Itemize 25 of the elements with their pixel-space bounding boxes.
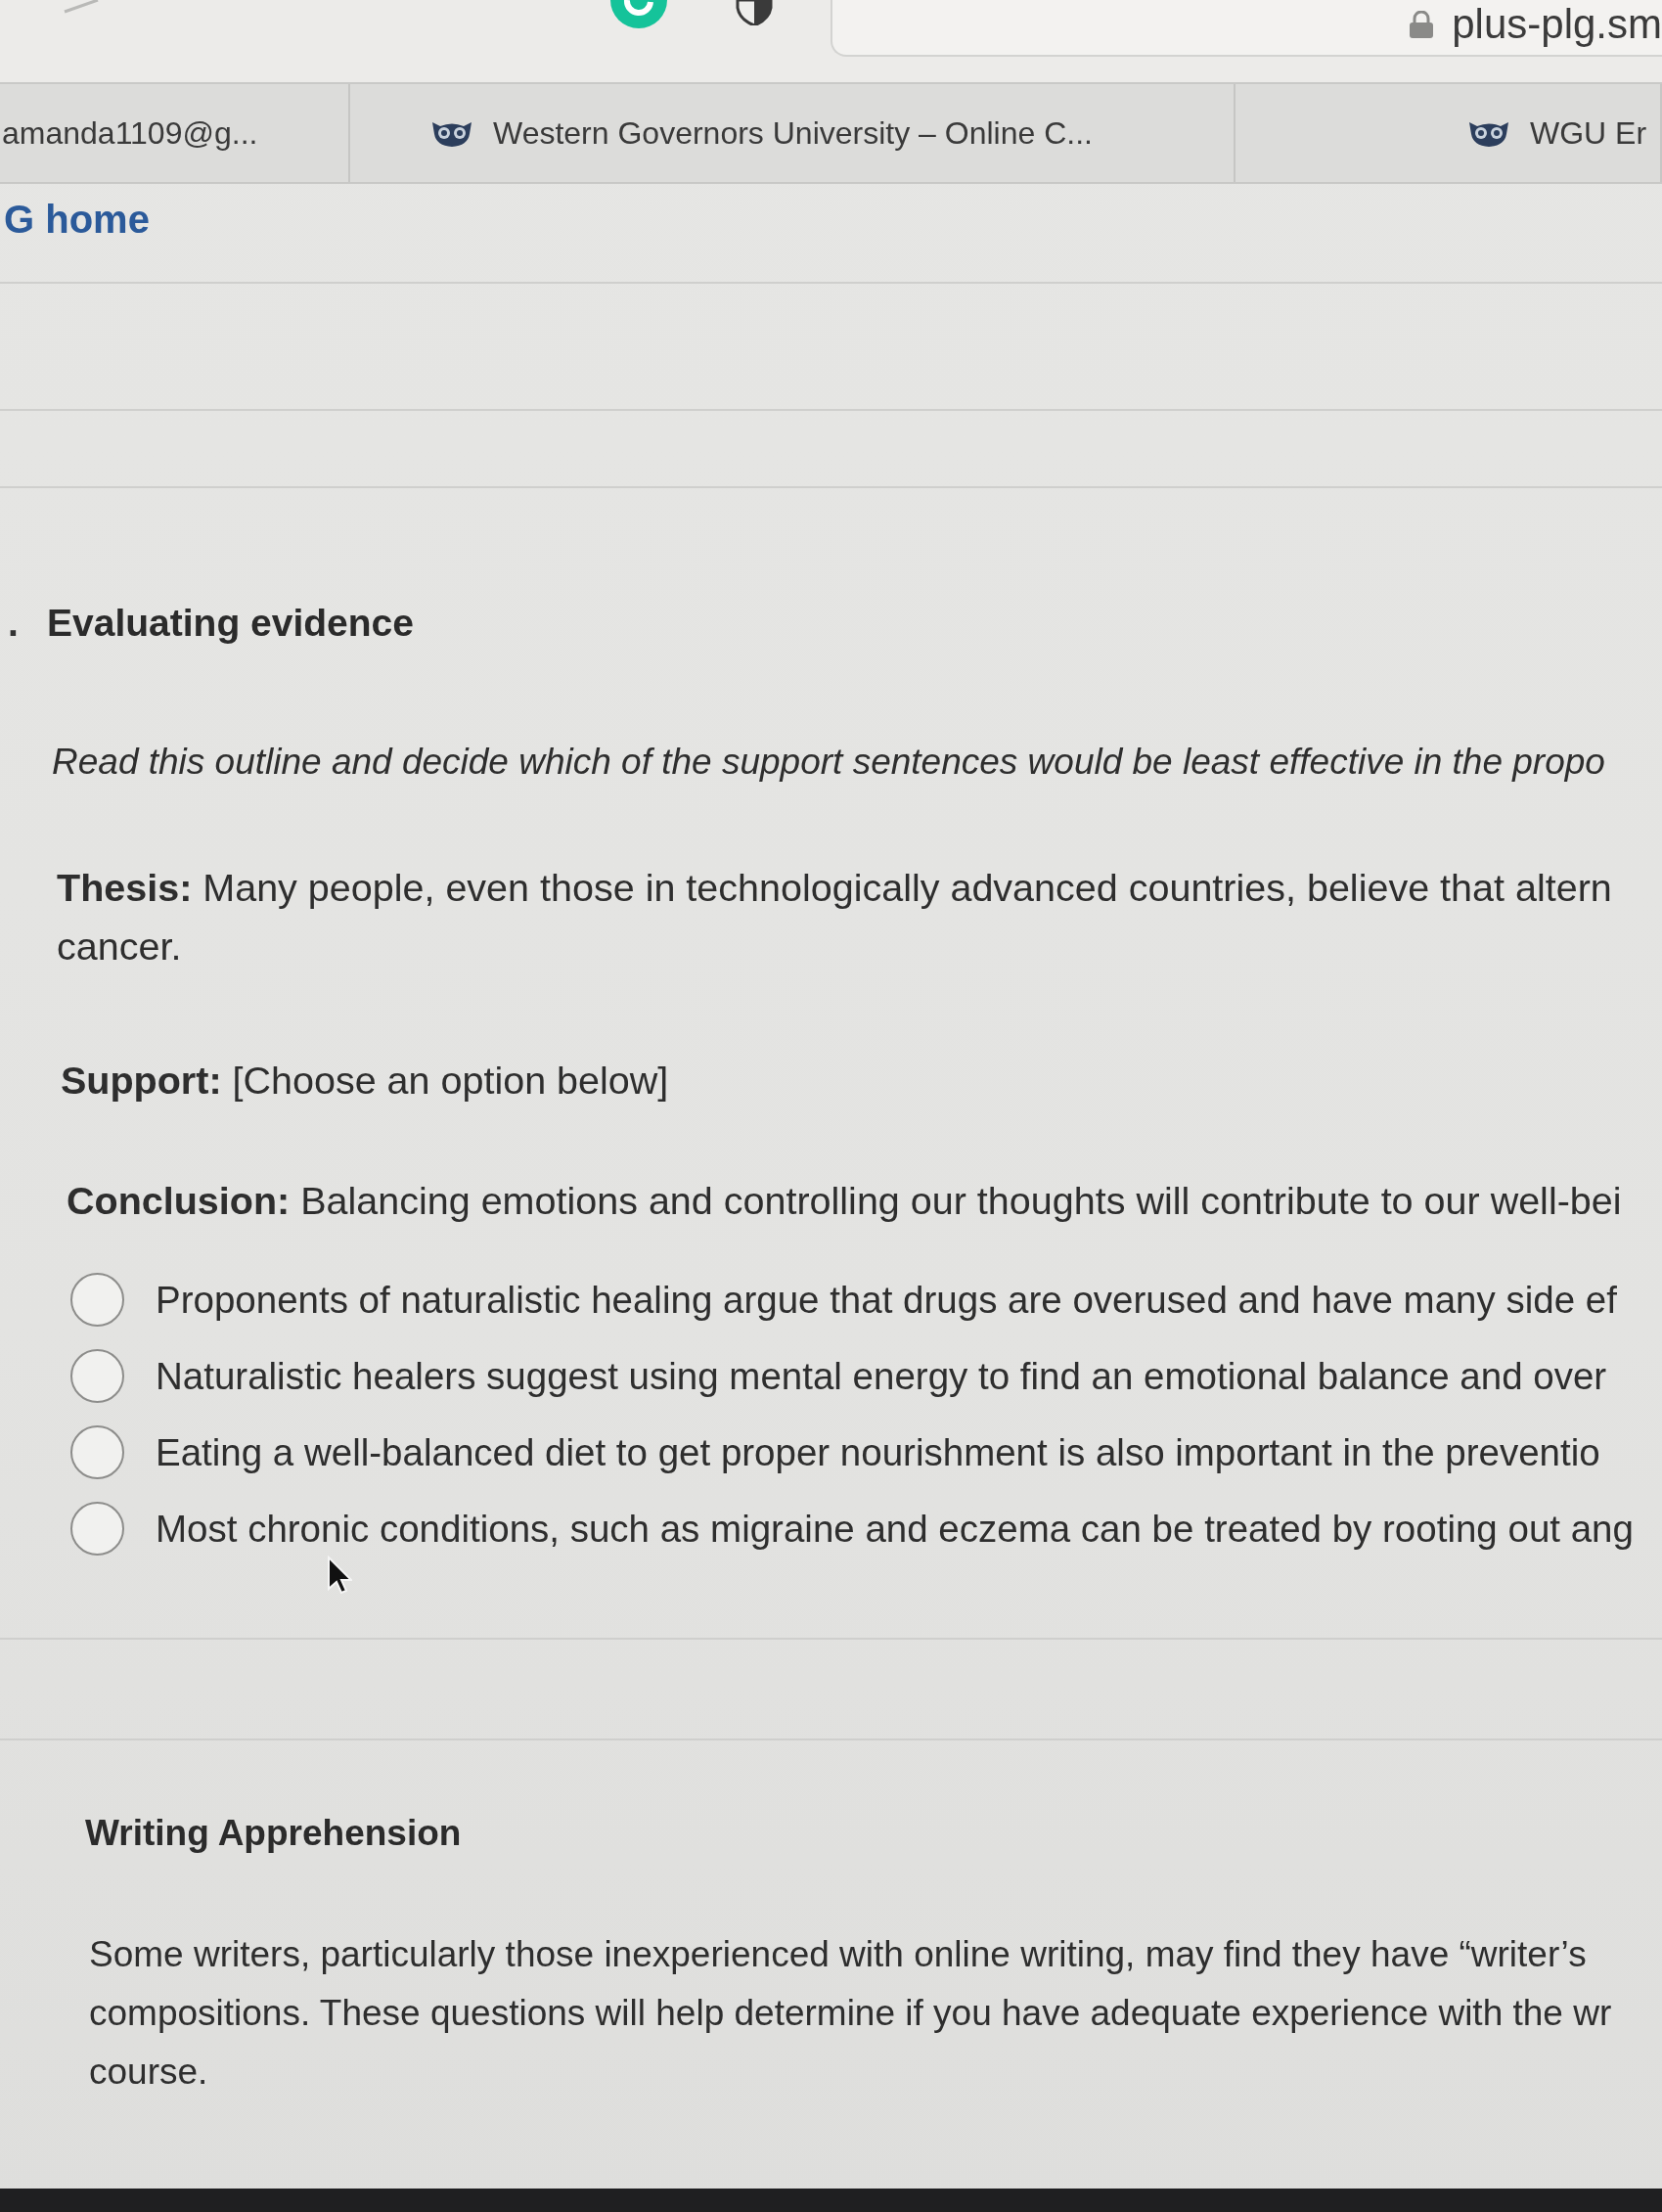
outline-text: Support: [Choose an option below] bbox=[61, 1057, 669, 1104]
browser-tab[interactable]: amanda1109@g... bbox=[0, 84, 350, 182]
option-text: Naturalistic healers suggest using mental energy to find an emotional balance and over bbox=[156, 1354, 1607, 1398]
option-text: Proponents of naturalistic healing argue that drugs are overused and have many side ef bbox=[156, 1278, 1617, 1322]
home-link[interactable]: G home bbox=[4, 198, 150, 242]
section-title: Writing Apprehension bbox=[85, 1811, 462, 1855]
question-title: Evaluating evidence bbox=[47, 601, 414, 646]
circle-logo-icon[interactable] bbox=[608, 0, 669, 29]
radio-button[interactable] bbox=[70, 1349, 124, 1404]
question-number: . bbox=[8, 601, 20, 646]
option-text: Most chronic conditions, such as migraine and eczema can be treated by rooting out ang bbox=[156, 1507, 1634, 1551]
outline-text: Thesis: Many people, even those in technologically advanced countries, believe that altern cancer. bbox=[57, 864, 1612, 970]
radio-button[interactable] bbox=[70, 1425, 124, 1480]
option-text: Eating a well-balanced diet to get proper nourishment is also important in the preventio bbox=[156, 1430, 1600, 1474]
section-text: Some writers, particularly those inexperienced with online writing, may find they have “writer’s compositions. These questions will help determine if you have adequate experience with the wr course. bbox=[89, 1933, 1612, 2095]
instruction-text: Read this outline and decide which of the support sentences would be least effective in the propo bbox=[52, 740, 1605, 784]
browser-tab[interactable]: Western Governors University – Online C... bbox=[350, 84, 1235, 182]
browser-tab[interactable]: WGU Er bbox=[1235, 84, 1662, 182]
address-bar[interactable]: plus-plg.sm bbox=[831, 0, 1662, 57]
url-text: plus-plg.sm bbox=[1452, 4, 1662, 45]
radio-button[interactable] bbox=[70, 1502, 124, 1557]
lock-icon bbox=[1409, 11, 1435, 38]
outline-text: Conclusion: Balancing emotions and controlling our thoughts will contribute to our well-bei bbox=[67, 1177, 1622, 1224]
radio-button[interactable] bbox=[70, 1273, 124, 1328]
shield-icon[interactable] bbox=[736, 0, 773, 25]
